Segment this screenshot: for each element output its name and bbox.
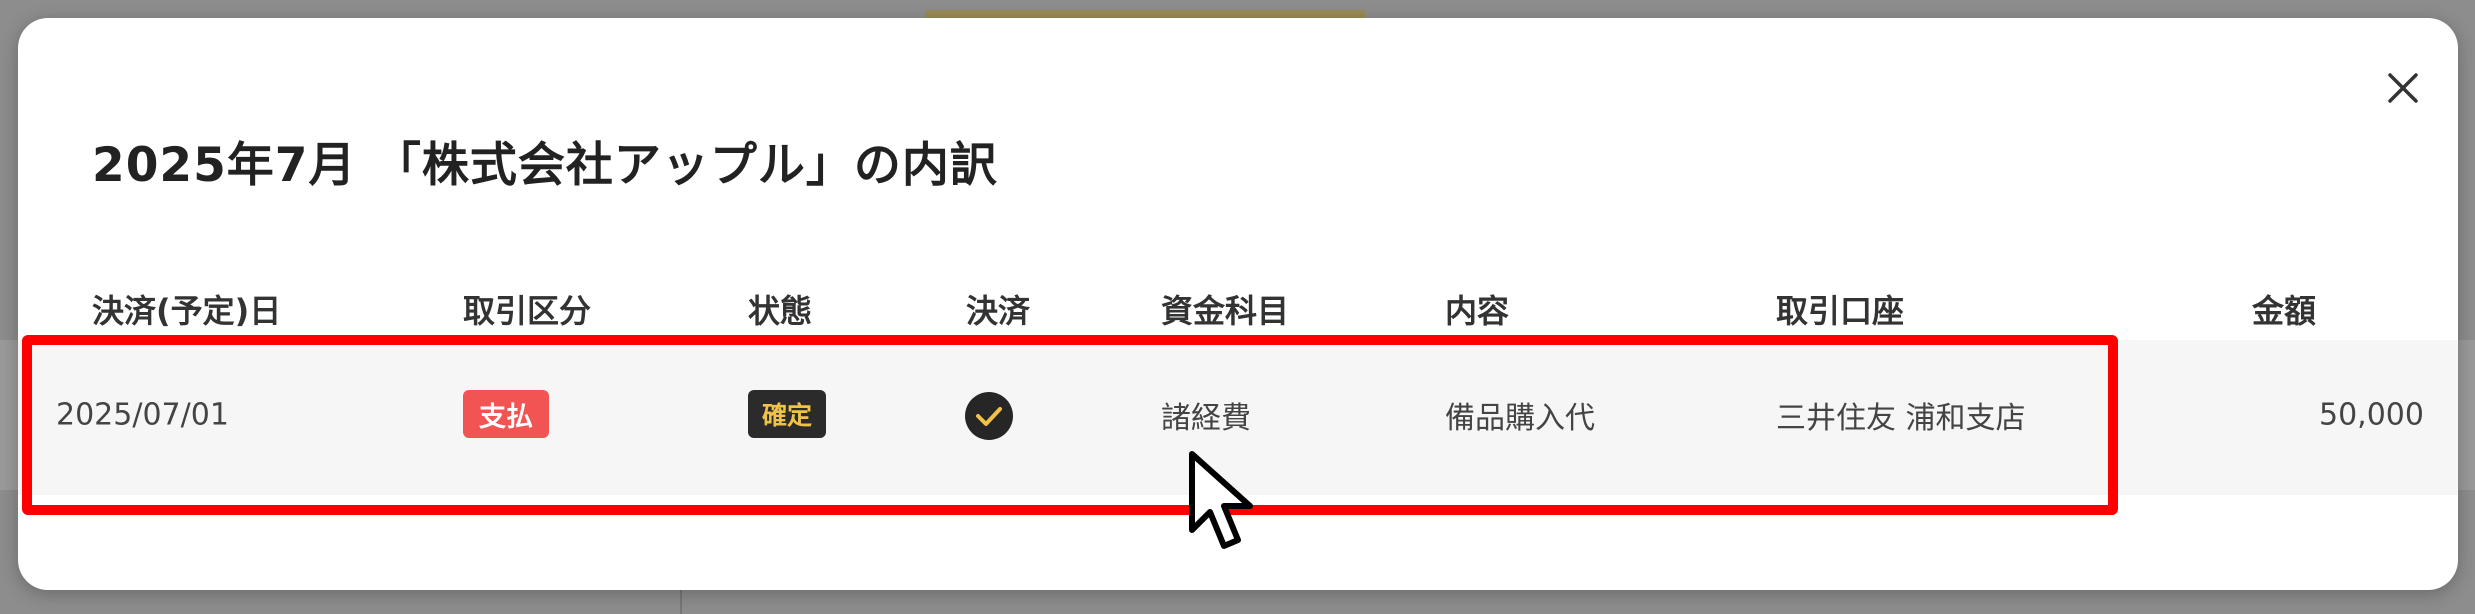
header-fund-category: 資金科目 [1161,292,1290,330]
header-account: 取引口座 [1776,292,1905,330]
background-divider [680,590,682,614]
transaction-type-badge: 支払 [463,390,549,438]
cell-date: 2025/07/01 [56,397,229,433]
cell-account: 三井住友 浦和支店 [1776,401,2026,436]
check-circle-icon [965,392,1013,440]
header-settlement-date: 決済(予定)日 [92,292,282,330]
close-icon [2388,73,2418,103]
header-status: 状態 [748,292,813,330]
modal-title: 2025年7月 「株式会社アップル」の内訳 [92,138,998,193]
header-settled: 決済 [966,292,1031,330]
mouse-pointer-icon [1189,451,1253,549]
header-amount: 金額 [2252,292,2317,330]
status-badge: 確定 [748,390,827,438]
cell-description: 備品購入代 [1445,401,1595,436]
header-transaction-type: 取引区分 [463,292,592,330]
close-button[interactable] [2378,63,2428,113]
cell-amount: 50,000 [2319,397,2424,433]
header-description: 内容 [1445,292,1510,330]
cell-fund-category: 諸経費 [1161,401,1251,436]
